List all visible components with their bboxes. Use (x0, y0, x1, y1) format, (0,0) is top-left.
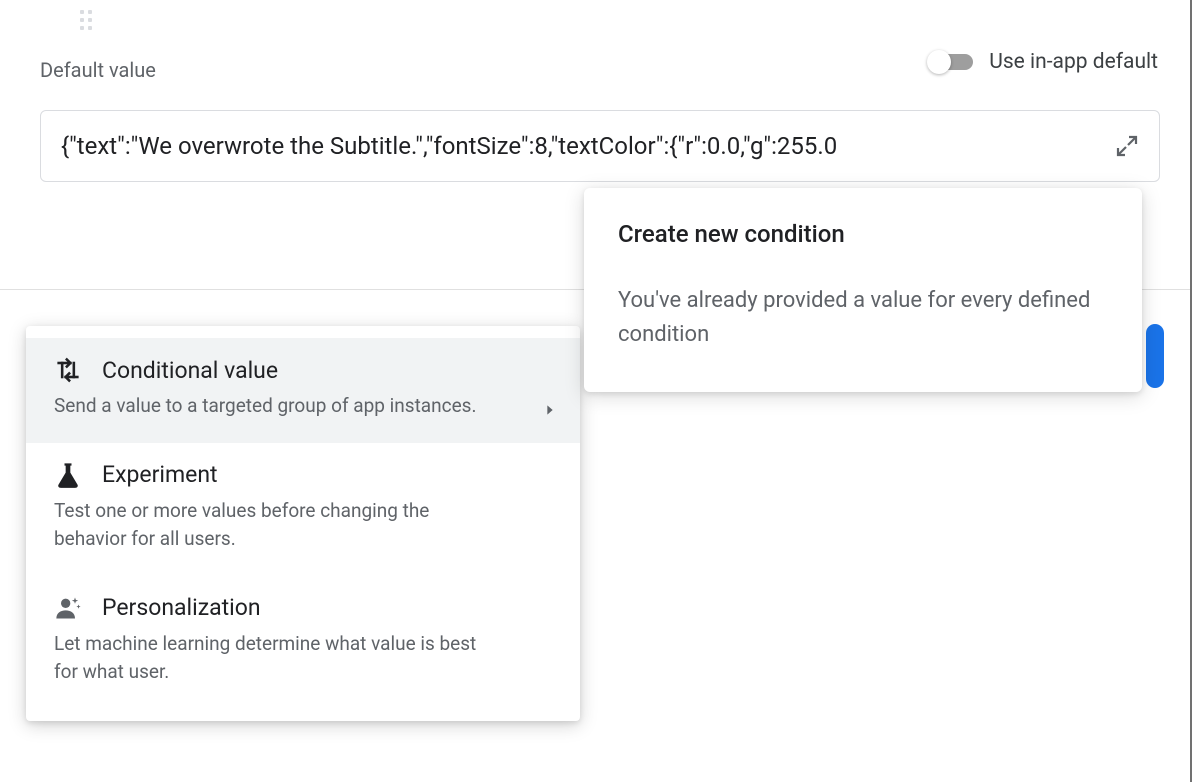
default-value-label: Default value (40, 58, 156, 82)
menu-item-title: Personalization (102, 594, 261, 621)
use-in-app-default-label: Use in-app default (989, 50, 1158, 74)
popup-title: Create new condition (618, 220, 1108, 248)
expand-icon[interactable] (1115, 134, 1139, 158)
add-value-options-menu: Conditional value Send a value to a targ… (26, 326, 580, 721)
conditional-value-icon (54, 356, 82, 384)
popup-body: You've already provided a value for ever… (618, 284, 1108, 352)
menu-item-desc: Test one or more values before changing … (54, 497, 552, 554)
menu-item-experiment[interactable]: Experiment Test one or more values befor… (26, 443, 580, 576)
experiment-icon (54, 461, 82, 489)
default-value-input-container (40, 110, 1160, 182)
default-value-input[interactable] (61, 132, 1103, 160)
blue-peek-element (1146, 324, 1164, 388)
chevron-right-icon (542, 402, 558, 422)
personalization-icon (54, 594, 82, 622)
create-condition-popup: Create new condition You've already prov… (584, 188, 1142, 392)
use-in-app-default-toggle[interactable] (927, 50, 975, 74)
menu-item-title: Experiment (102, 461, 218, 488)
menu-item-title: Conditional value (102, 357, 278, 384)
menu-item-desc: Send a value to a targeted group of app … (54, 392, 552, 421)
menu-item-conditional-value[interactable]: Conditional value Send a value to a targ… (26, 338, 580, 443)
menu-item-personalization[interactable]: Personalization Let machine learning det… (26, 576, 580, 709)
drag-handle-icon[interactable] (80, 10, 92, 30)
menu-item-desc: Let machine learning determine what valu… (54, 630, 552, 687)
